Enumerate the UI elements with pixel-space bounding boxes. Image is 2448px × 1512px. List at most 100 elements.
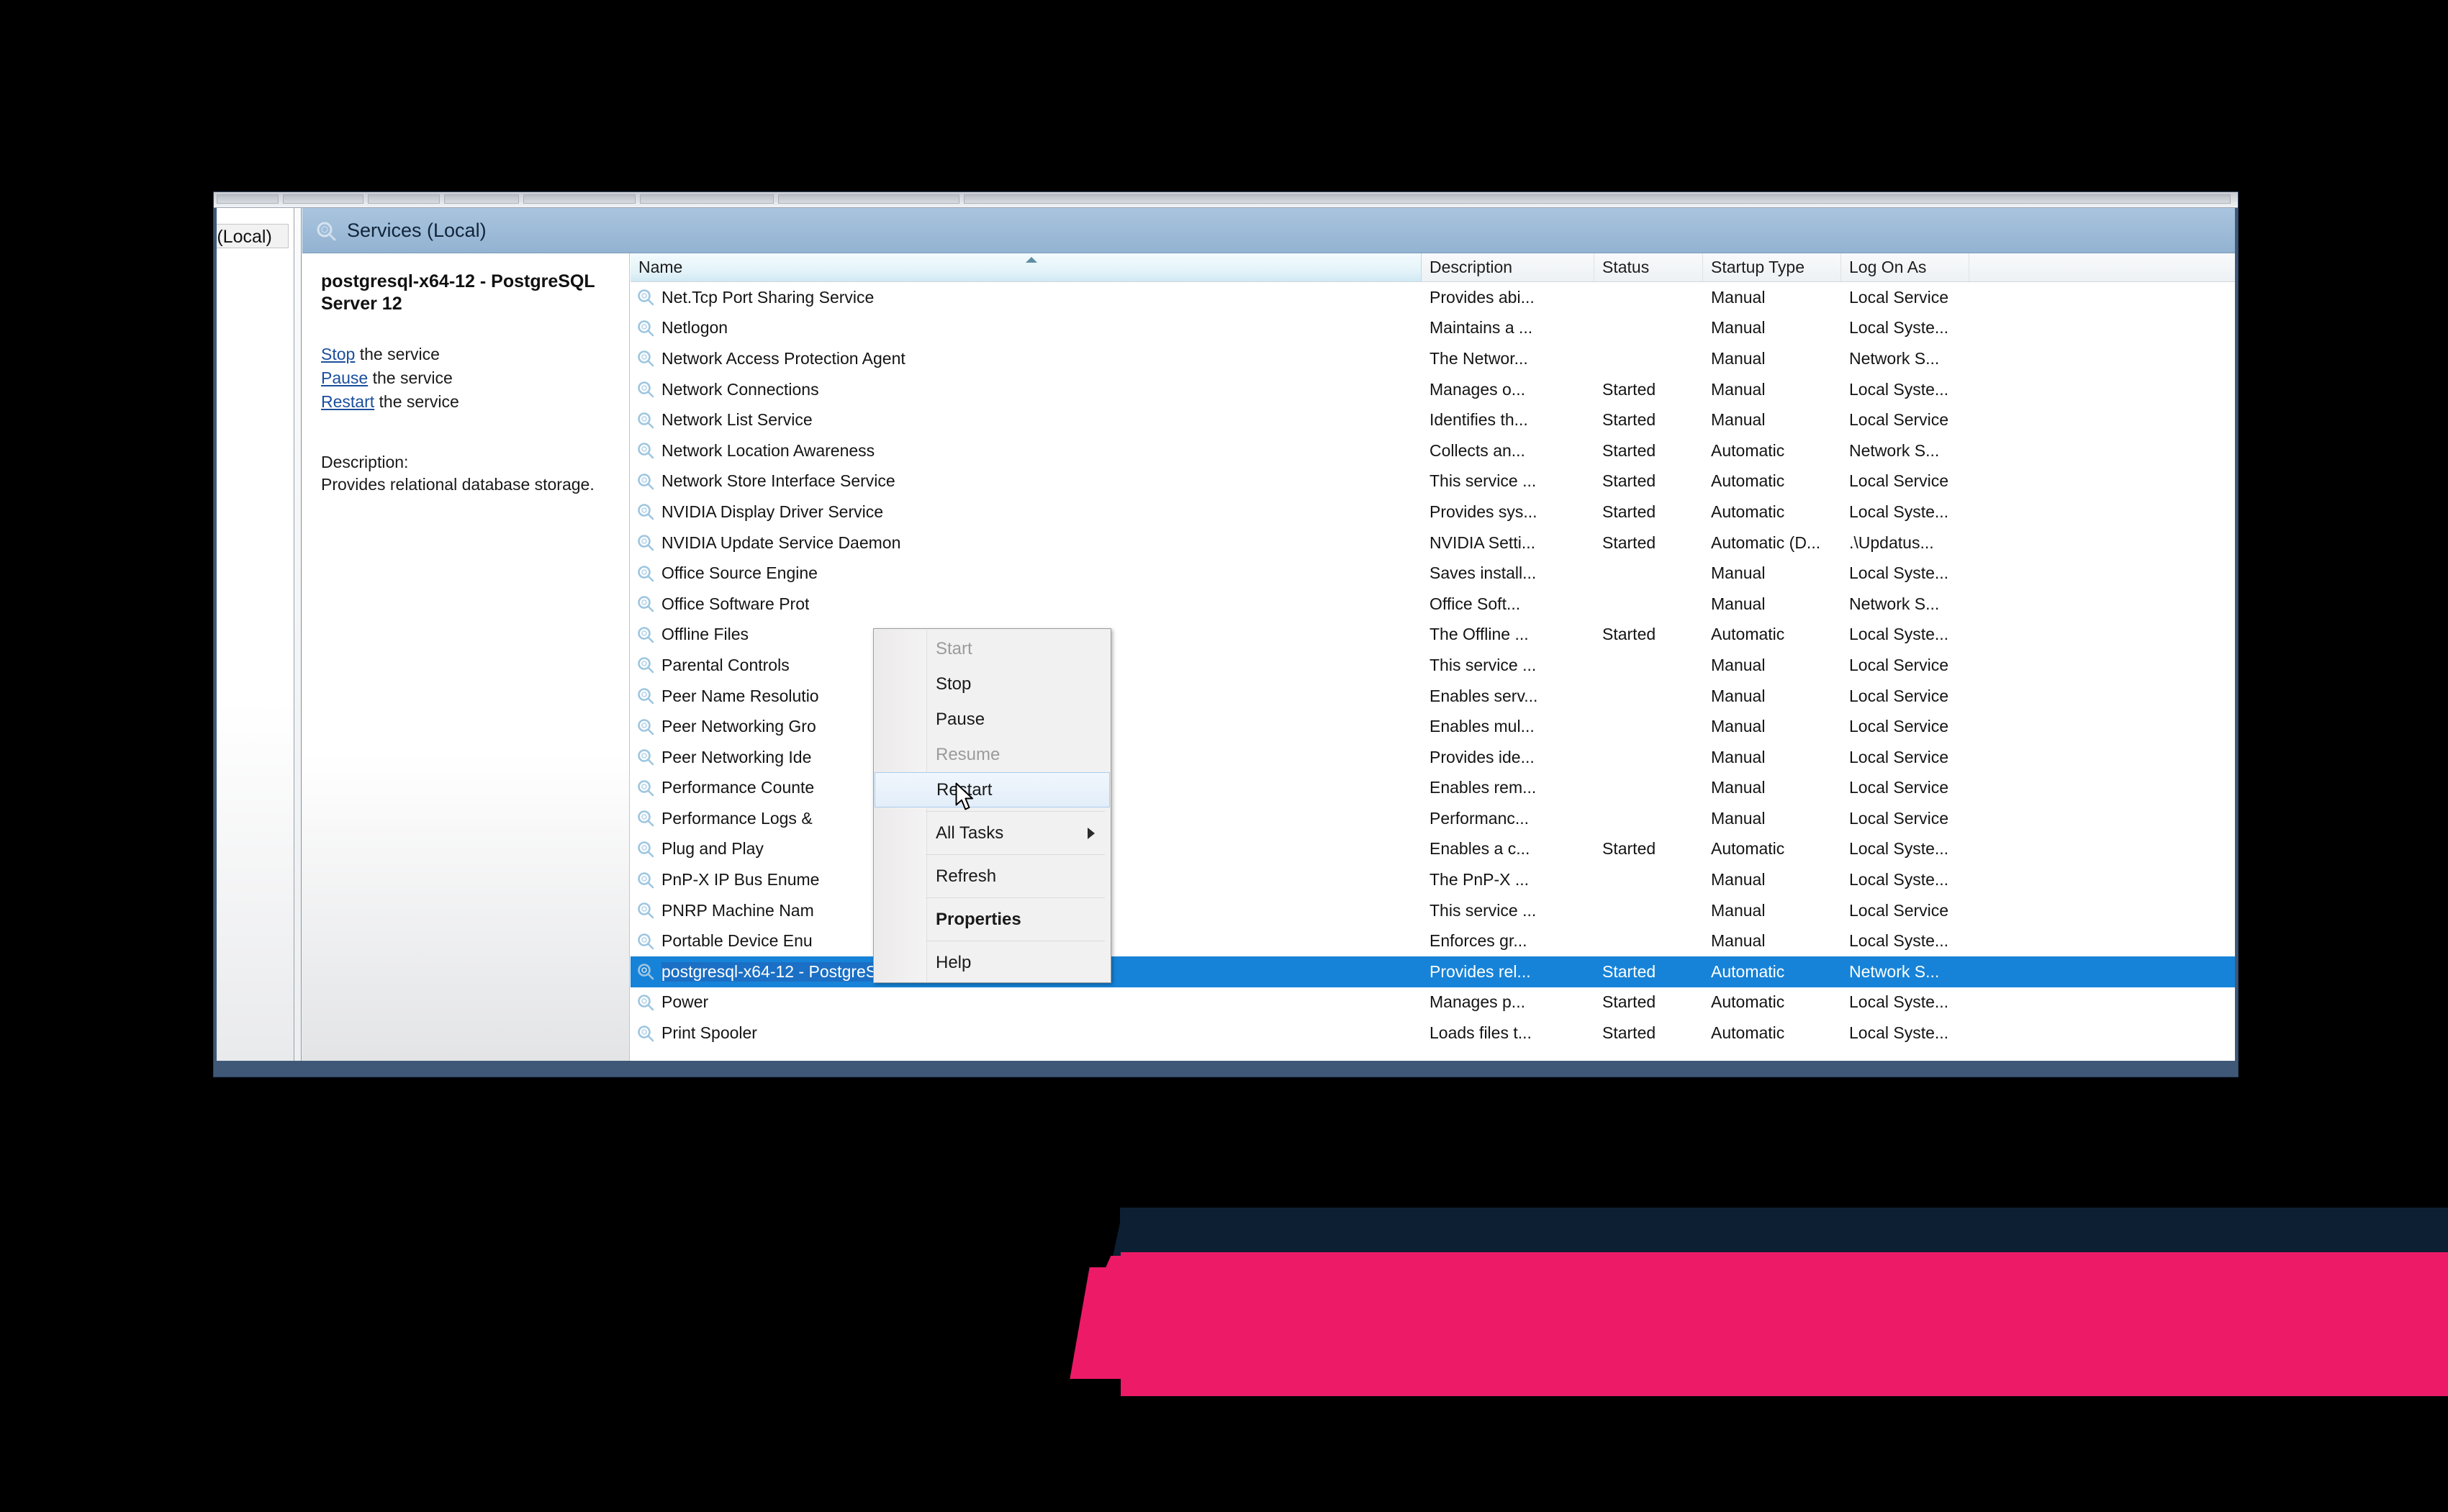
table-row[interactable]: Office Software ProtOffice Soft...Manual… <box>631 589 2235 620</box>
cell-startup-type: Manual <box>1703 380 1841 399</box>
toolbar-button[interactable] <box>283 194 363 204</box>
cell-log-on-as: Local Syste... <box>1841 380 1969 399</box>
table-row[interactable]: Performance Logs &Performanc...ManualLoc… <box>631 803 2235 834</box>
table-row[interactable]: Peer Networking IdeProvides ide...Manual… <box>631 742 2235 773</box>
context-menu-item-label: Stop <box>936 674 971 694</box>
table-row[interactable]: NVIDIA Update Service DaemonNVIDIA Setti… <box>631 528 2235 558</box>
table-row[interactable]: Print SpoolerLoads files t...StartedAuto… <box>631 1018 2235 1049</box>
context-menu-item-start: Start <box>874 631 1111 666</box>
cell-log-on-as: Local Service <box>1841 901 1969 920</box>
table-row[interactable]: Peer Networking GroEnables mul...ManualL… <box>631 711 2235 742</box>
context-menu-item-all-tasks[interactable]: All Tasks <box>874 815 1111 851</box>
service-name-label: Net.Tcp Port Sharing Service <box>661 288 874 307</box>
services-window: es (Local) Services (Local) postgresql-x… <box>214 192 2238 1077</box>
restart-service-link[interactable]: Restart <box>321 392 374 411</box>
cell-status: Started <box>1594 1023 1703 1043</box>
pause-service-link[interactable]: Pause <box>321 368 368 387</box>
toolbar-button[interactable] <box>778 194 959 204</box>
service-gear-icon <box>636 962 655 981</box>
table-row[interactable]: Parental ControlsThis service ...ManualL… <box>631 650 2235 681</box>
cell-log-on-as: Local Syste... <box>1841 625 1969 644</box>
table-row[interactable]: Network Location AwarenessCollects an...… <box>631 435 2235 466</box>
cell-description: Identifies th... <box>1422 410 1594 430</box>
cell-log-on-as: Local Syste... <box>1841 318 1969 338</box>
cell-log-on-as: Local Service <box>1841 809 1969 828</box>
table-row[interactable]: Performance CounteEnables rem...ManualLo… <box>631 773 2235 804</box>
table-row[interactable]: PnP-X IP Bus EnumeThe PnP-X ...ManualLoc… <box>631 864 2235 895</box>
table-row[interactable]: Network ConnectionsManages o...StartedMa… <box>631 374 2235 405</box>
service-gear-icon <box>636 748 655 766</box>
service-name-label: PnP-X IP Bus Enume <box>661 870 819 889</box>
cell-status: Started <box>1594 533 1703 553</box>
stop-service-link[interactable]: Stop <box>321 345 355 363</box>
service-gear-icon <box>636 625 655 644</box>
context-menu-item-label: Properties <box>936 910 1021 929</box>
toolbar-button[interactable] <box>964 194 2231 204</box>
tree-node-services-local[interactable]: es (Local) <box>217 224 289 248</box>
service-name-label: Performance Logs & <box>661 809 813 828</box>
context-menu-item-label: Help <box>936 953 971 972</box>
service-name-label: Peer Name Resolutio <box>661 687 819 706</box>
service-gear-icon <box>636 809 655 828</box>
context-menu-item-resume: Resume <box>874 737 1111 772</box>
table-row[interactable]: Portable Device EnuEnforces gr...ManualL… <box>631 925 2235 956</box>
service-title: postgresql-x64-12 - PostgreSQL Server 12 <box>321 271 616 315</box>
table-row-selected[interactable]: postgresql-x64-12 - PostgreSQL Server 12… <box>631 956 2235 987</box>
service-name-label: Office Source Engine <box>661 563 818 583</box>
table-row[interactable]: Network Store Interface ServiceThis serv… <box>631 466 2235 497</box>
description-text: Provides relational database storage. <box>321 474 616 496</box>
toolbar-button[interactable] <box>523 194 636 204</box>
toolbar-button[interactable] <box>217 194 279 204</box>
cell-status: Started <box>1594 502 1703 522</box>
service-gear-icon <box>636 901 655 920</box>
service-context-menu: Start Stop PauseResumeRestart All Tasks Refr… <box>873 628 1111 983</box>
table-row[interactable]: Offline FilesThe Offline ...StartedAutom… <box>631 620 2235 651</box>
column-header-label: Log On As <box>1849 258 1926 276</box>
context-menu-item-refresh[interactable]: Refresh <box>874 859 1111 894</box>
service-gear-icon <box>636 594 655 613</box>
table-row[interactable]: Peer Name ResolutioEnables serv...Manual… <box>631 681 2235 712</box>
table-row[interactable]: NVIDIA Display Driver ServiceProvides sy… <box>631 497 2235 528</box>
context-menu-item-stop[interactable]: Stop <box>874 666 1111 702</box>
pause-service-text: the service <box>368 368 453 387</box>
window-client-area: es (Local) Services (Local) postgresql-x… <box>217 208 2235 1061</box>
context-menu-item-help[interactable]: Help <box>874 945 1111 980</box>
cell-name: Network Connections <box>631 380 1422 399</box>
cell-name: Print Spooler <box>631 1023 1422 1043</box>
service-name-label: NVIDIA Update Service Daemon <box>661 533 900 553</box>
cell-description: Saves install... <box>1422 563 1594 583</box>
cell-status: Started <box>1594 839 1703 859</box>
table-row[interactable]: Office Source EngineSaves install...Manu… <box>631 558 2235 589</box>
column-header-name[interactable]: Name <box>631 253 1422 281</box>
toolbar-button[interactable] <box>444 194 519 204</box>
toolbar-button[interactable] <box>640 194 774 204</box>
console-tree-pane: es (Local) <box>217 208 294 1061</box>
table-row[interactable]: Plug and PlayEnables a c...StartedAutoma… <box>631 834 2235 865</box>
cell-log-on-as: Local Syste... <box>1841 839 1969 859</box>
service-name-label: Peer Networking Ide <box>661 748 811 767</box>
table-row[interactable]: NetlogonMaintains a ...ManualLocal Syste… <box>631 313 2235 344</box>
cell-log-on-as: Network S... <box>1841 349 1969 368</box>
table-row[interactable]: PNRP Machine NamThis service ...ManualLo… <box>631 895 2235 926</box>
context-menu-separator <box>926 811 1105 812</box>
column-header-startup-type[interactable]: Startup Type <box>1703 253 1841 281</box>
table-row[interactable]: PowerManages p...StartedAutomaticLocal S… <box>631 987 2235 1018</box>
column-header-description[interactable]: Description <box>1422 253 1594 281</box>
cell-startup-type: Automatic <box>1703 471 1841 491</box>
service-name-label: Network List Service <box>661 410 813 430</box>
service-name-label: Print Spooler <box>661 1023 757 1043</box>
table-row[interactable]: Network Access Protection AgentThe Netwo… <box>631 343 2235 374</box>
service-gear-icon <box>636 533 655 552</box>
service-gear-icon <box>636 932 655 951</box>
column-header-log-on-as[interactable]: Log On As <box>1841 253 1969 281</box>
context-menu-item-restart[interactable]: Restart <box>875 772 1110 807</box>
tree-splitter[interactable] <box>294 208 302 1061</box>
column-header-status[interactable]: Status <box>1594 253 1703 281</box>
table-row[interactable]: Network List ServiceIdentifies th...Star… <box>631 404 2235 435</box>
context-menu-item-pause[interactable]: Pause <box>874 702 1111 737</box>
toolbar-button[interactable] <box>368 194 440 204</box>
table-row[interactable]: Net.Tcp Port Sharing ServiceProvides abi… <box>631 282 2235 313</box>
context-menu-item-properties[interactable]: Properties <box>874 902 1111 937</box>
service-gear-icon <box>636 380 655 399</box>
service-gear-icon <box>636 288 655 307</box>
